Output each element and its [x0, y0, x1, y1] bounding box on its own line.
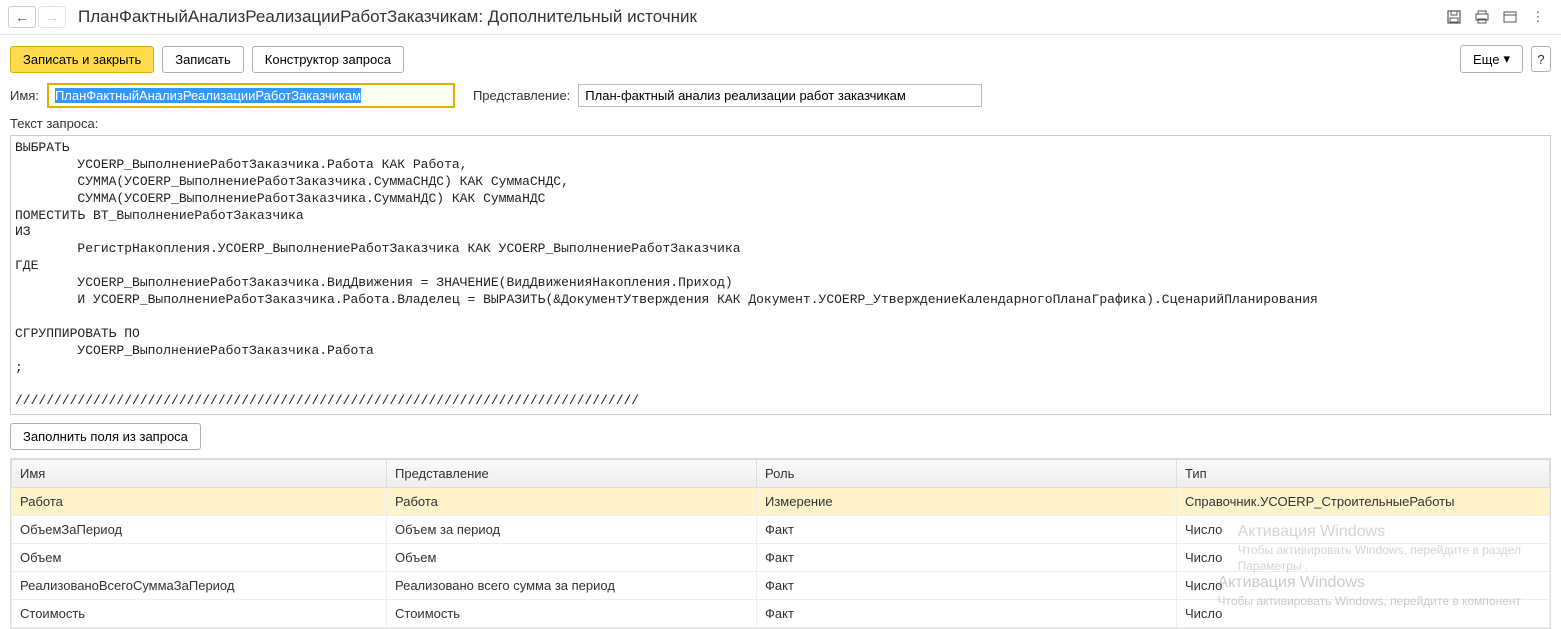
- toolbar: Записать и закрыть Записать Конструктор …: [0, 35, 1561, 81]
- cell-name: ОбъемЗаПериод: [12, 516, 387, 544]
- cell-name: Работа: [12, 488, 387, 516]
- cell-role: Факт: [757, 516, 1177, 544]
- print-icon[interactable]: [1473, 8, 1491, 26]
- cell-type: Число: [1177, 572, 1550, 600]
- table-row[interactable]: СтоимостьСтоимостьФактЧисло: [12, 600, 1550, 628]
- cell-type: Справочник.УСОERP_СтроительныеРаботы: [1177, 488, 1550, 516]
- titlebar: ← → ПланФактныйАнализРеализацииРаботЗака…: [0, 0, 1561, 35]
- window-title: ПланФактныйАнализРеализацииРаботЗаказчик…: [78, 7, 1445, 27]
- cell-name: Стоимость: [12, 600, 387, 628]
- more-label: Еще: [1473, 52, 1499, 67]
- cell-type: Число: [1177, 600, 1550, 628]
- cell-pres: Реализовано всего сумма за период: [387, 572, 757, 600]
- query-builder-button[interactable]: Конструктор запроса: [252, 46, 404, 73]
- query-label: Текст запроса:: [0, 114, 1561, 135]
- col-header-pres[interactable]: Представление: [387, 460, 757, 488]
- fill-row: Заполнить поля из запроса: [0, 415, 1561, 458]
- table-row[interactable]: ОбъемЗаПериодОбъем за периодФактЧисло: [12, 516, 1550, 544]
- table-row[interactable]: ОбъемОбъемФактЧисло: [12, 544, 1550, 572]
- help-button[interactable]: ?: [1531, 46, 1551, 72]
- pres-input[interactable]: [578, 84, 982, 107]
- forward-button: →: [38, 6, 66, 28]
- fields-table: Имя Представление Роль Тип РаботаРаботаИ…: [10, 458, 1551, 629]
- form-row-name: Имя: ПланФактныйАнализРеализацииРаботЗак…: [0, 81, 1561, 114]
- query-textarea[interactable]: ВЫБРАТЬ УСОERP_ВыполнениеРаботЗаказчика.…: [10, 135, 1551, 415]
- save-icon[interactable]: [1445, 8, 1463, 26]
- back-button[interactable]: ←: [8, 6, 36, 28]
- fill-fields-button[interactable]: Заполнить поля из запроса: [10, 423, 201, 450]
- cell-role: Измерение: [757, 488, 1177, 516]
- cell-name: РеализованоВсегоСуммаЗаПериод: [12, 572, 387, 600]
- more-button[interactable]: Еще ▾: [1460, 45, 1523, 73]
- cell-name: Объем: [12, 544, 387, 572]
- save-button[interactable]: Записать: [162, 46, 244, 73]
- cell-pres: Объем: [387, 544, 757, 572]
- cell-role: Факт: [757, 600, 1177, 628]
- cell-pres: Стоимость: [387, 600, 757, 628]
- cell-role: Факт: [757, 572, 1177, 600]
- col-header-name[interactable]: Имя: [12, 460, 387, 488]
- window-icon[interactable]: [1501, 8, 1519, 26]
- chevron-down-icon: ▾: [1503, 51, 1510, 67]
- title-icons: ⋮: [1445, 8, 1553, 26]
- save-close-button[interactable]: Записать и закрыть: [10, 46, 154, 73]
- cell-pres: Работа: [387, 488, 757, 516]
- more-icon[interactable]: ⋮: [1529, 8, 1547, 26]
- col-header-role[interactable]: Роль: [757, 460, 1177, 488]
- cell-type: Число: [1177, 544, 1550, 572]
- name-input[interactable]: ПланФактныйАнализРеализацииРаботЗаказчик…: [47, 83, 455, 108]
- cell-type: Число: [1177, 516, 1550, 544]
- table-row[interactable]: РаботаРаботаИзмерениеСправочник.УСОERP_С…: [12, 488, 1550, 516]
- pres-label: Представление:: [473, 88, 570, 103]
- col-header-type[interactable]: Тип: [1177, 460, 1550, 488]
- cell-role: Факт: [757, 544, 1177, 572]
- table-row[interactable]: РеализованоВсегоСуммаЗаПериодРеализовано…: [12, 572, 1550, 600]
- table-header-row: Имя Представление Роль Тип: [12, 460, 1550, 488]
- cell-pres: Объем за период: [387, 516, 757, 544]
- name-label: Имя:: [10, 88, 39, 103]
